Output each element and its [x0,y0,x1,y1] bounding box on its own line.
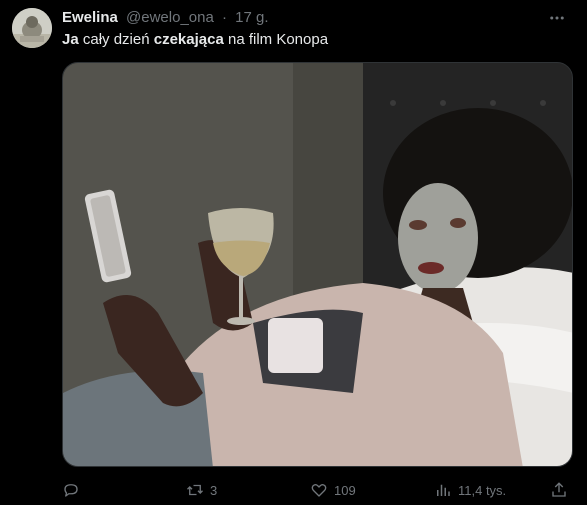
more-icon [550,16,564,20]
tweet-text-part: Ja [62,31,79,48]
reply-button[interactable] [62,478,86,502]
views-icon [437,484,450,496]
author-handle[interactable]: @ewelo_ona [126,9,214,26]
views-count: 11,4 tys. [458,482,507,498]
tweet-header: Ewelina @ewelo_ona · 17 g. [62,8,547,28]
reply-icon [64,484,78,497]
tweet-text: Ja cały dzień czekająca na film Konopa [62,30,571,50]
retweet-button[interactable]: 3 [186,478,217,502]
tweet-media-photo[interactable] [62,62,573,467]
tweet-time[interactable]: 17 g. [235,9,268,26]
retweet-icon [187,484,203,496]
like-icon [311,483,327,497]
separator-dot: · [222,9,227,26]
tweet-text-part: czekająca [153,31,224,48]
share-button[interactable] [550,478,568,502]
tweet-text-part: na film Konopa [223,31,329,48]
share-icon [552,482,566,497]
more-options-button[interactable] [545,8,569,28]
tweet-actions-bar: 3 109 11,4 tys. [62,478,573,502]
views-button[interactable]: 11,4 tys. [434,478,506,502]
avatar[interactable] [12,8,52,48]
author-name[interactable]: Ewelina [62,9,118,26]
tweet-text-part: cały dzień [78,31,154,48]
like-button[interactable]: 109 [310,478,356,502]
like-count: 109 [334,482,356,498]
retweet-count: 3 [210,482,218,498]
